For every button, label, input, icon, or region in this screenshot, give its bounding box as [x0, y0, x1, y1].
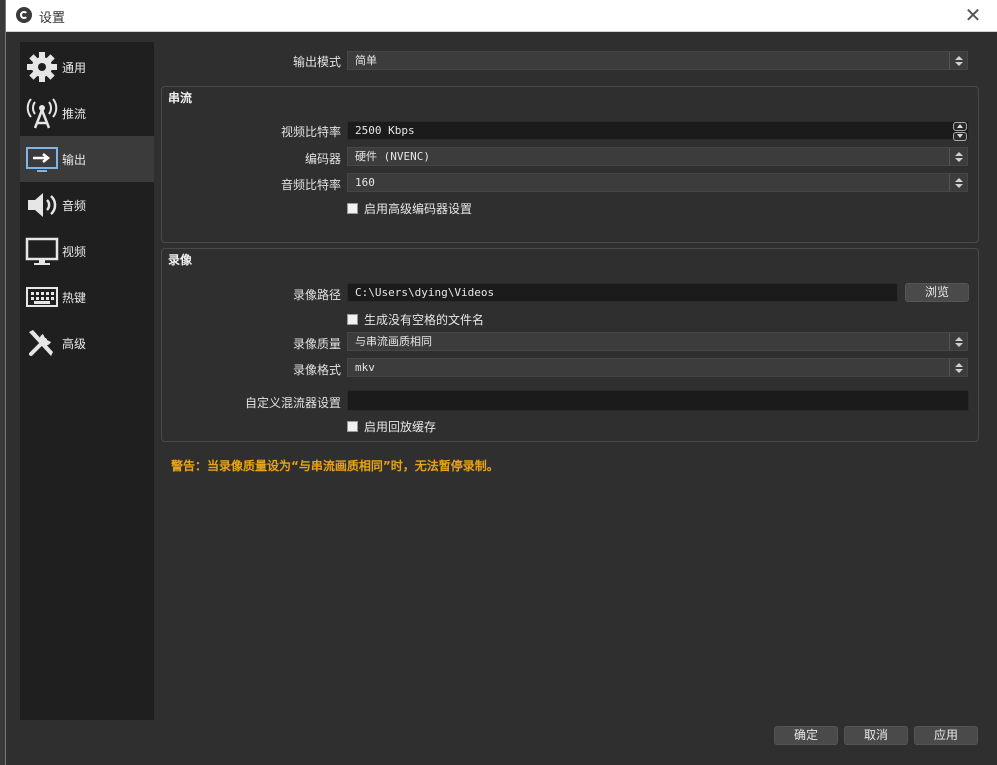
- settings-sidebar: 通用 推流 输出 音频 视频 热键 高级: [20, 42, 154, 720]
- recording-format-label: 录像格式: [292, 363, 341, 377]
- audio-bitrate-label: 音频比特率: [280, 178, 341, 192]
- sidebar-item-label: 视频: [62, 244, 87, 259]
- no-space-filename-label: 生成没有空格的文件名: [364, 313, 485, 327]
- audio-bitrate-dropdown-arrows: [949, 174, 967, 191]
- sidebar-item-label: 热键: [62, 290, 87, 305]
- sidebar-item-audio[interactable]: 音频: [20, 182, 154, 228]
- close-button[interactable]: ✕: [962, 4, 984, 26]
- tools-icon: [22, 323, 62, 363]
- advanced-encoder-checkbox-row[interactable]: 启用高级编码器设置: [347, 200, 472, 217]
- output-mode-value: 简单: [355, 54, 377, 67]
- video-bitrate-input[interactable]: 2500 Kbps: [347, 121, 969, 141]
- keyboard-icon: [22, 277, 62, 317]
- sidebar-item-video[interactable]: 视频: [20, 228, 154, 274]
- encoder-value: 硬件 (NVENC): [355, 150, 430, 163]
- video-bitrate-value: 2500 Kbps: [355, 124, 415, 137]
- title-bar: 设置 ✕: [6, 0, 997, 32]
- output-mode-select[interactable]: 简单: [347, 51, 968, 70]
- recording-format-value: mkv: [355, 361, 375, 374]
- display-icon: [22, 231, 62, 271]
- encoder-dropdown-arrows: [949, 148, 967, 165]
- sidebar-item-general[interactable]: 通用: [20, 44, 154, 90]
- recording-quality-select[interactable]: 与串流画质相同: [347, 332, 968, 351]
- obs-logo-icon: [16, 7, 32, 23]
- recording-path-input[interactable]: C:\Users\dying\Videos: [347, 283, 898, 302]
- gear-icon: [22, 47, 62, 87]
- settings-dialog: 设置 ✕ 通用 推流 输出 音频 视频 热键 高级 输出模式 简单 串流 视频比…: [5, 0, 997, 765]
- custom-muxer-input[interactable]: [347, 390, 969, 411]
- sidebar-item-label: 推流: [62, 106, 87, 121]
- replay-buffer-checkbox-row[interactable]: 启用回放缓存: [347, 418, 436, 435]
- recording-path-value: C:\Users\dying\Videos: [355, 286, 495, 299]
- replay-buffer-label: 启用回放缓存: [364, 420, 437, 434]
- ok-button[interactable]: 确定: [774, 726, 838, 745]
- no-space-filename-checkbox[interactable]: [347, 314, 358, 325]
- cancel-button[interactable]: 取消: [844, 726, 908, 745]
- custom-muxer-label: 自定义混流器设置: [244, 396, 341, 410]
- no-space-filename-checkbox-row[interactable]: 生成没有空格的文件名: [347, 311, 484, 328]
- replay-buffer-checkbox[interactable]: [347, 421, 358, 432]
- recording-quality-dropdown-arrows: [949, 333, 967, 350]
- output-settings-panel: 输出模式 简单 串流 视频比特率 2500 Kbps 编码器 硬件 (NVENC…: [161, 42, 981, 722]
- output-mode-dropdown-arrows: [949, 52, 967, 69]
- recording-quality-label: 录像质量: [292, 337, 341, 351]
- audio-bitrate-value: 160: [355, 176, 375, 189]
- encoder-select[interactable]: 硬件 (NVENC): [347, 147, 968, 166]
- pause-recording-warning: 警告：当录像质量设为“与串流画质相同”时，无法暂停录制。: [171, 459, 499, 473]
- sidebar-item-stream[interactable]: 推流: [20, 90, 154, 136]
- sidebar-item-output[interactable]: 输出: [20, 136, 154, 182]
- audio-bitrate-select[interactable]: 160: [347, 173, 968, 192]
- output-mode-label: 输出模式: [292, 55, 341, 69]
- sidebar-item-label: 通用: [62, 60, 87, 75]
- apply-button[interactable]: 应用: [914, 726, 978, 745]
- sidebar-item-label: 高级: [62, 336, 87, 351]
- sidebar-item-label: 输出: [62, 152, 87, 167]
- recording-format-dropdown-arrows: [949, 359, 967, 376]
- sidebar-item-hotkeys[interactable]: 热键: [20, 274, 154, 320]
- recording-format-select[interactable]: mkv: [347, 358, 968, 377]
- video-bitrate-stepper[interactable]: [952, 122, 968, 141]
- speaker-icon: [22, 185, 62, 225]
- sidebar-item-label: 音频: [62, 198, 87, 213]
- encoder-label: 编码器: [304, 152, 341, 166]
- recording-group-title: 录像: [168, 253, 193, 267]
- recording-quality-value: 与串流画质相同: [355, 335, 432, 348]
- browse-button[interactable]: 浏览: [905, 283, 969, 302]
- monitor-output-icon: [22, 139, 62, 179]
- antenna-icon: [22, 93, 62, 133]
- sidebar-item-advanced[interactable]: 高级: [20, 320, 154, 366]
- advanced-encoder-label: 启用高级编码器设置: [364, 202, 473, 216]
- streaming-group-title: 串流: [168, 91, 193, 105]
- advanced-encoder-checkbox[interactable]: [347, 203, 358, 214]
- window-title: 设置: [39, 11, 66, 26]
- recording-path-label: 录像路径: [292, 288, 341, 302]
- video-bitrate-label: 视频比特率: [280, 125, 341, 139]
